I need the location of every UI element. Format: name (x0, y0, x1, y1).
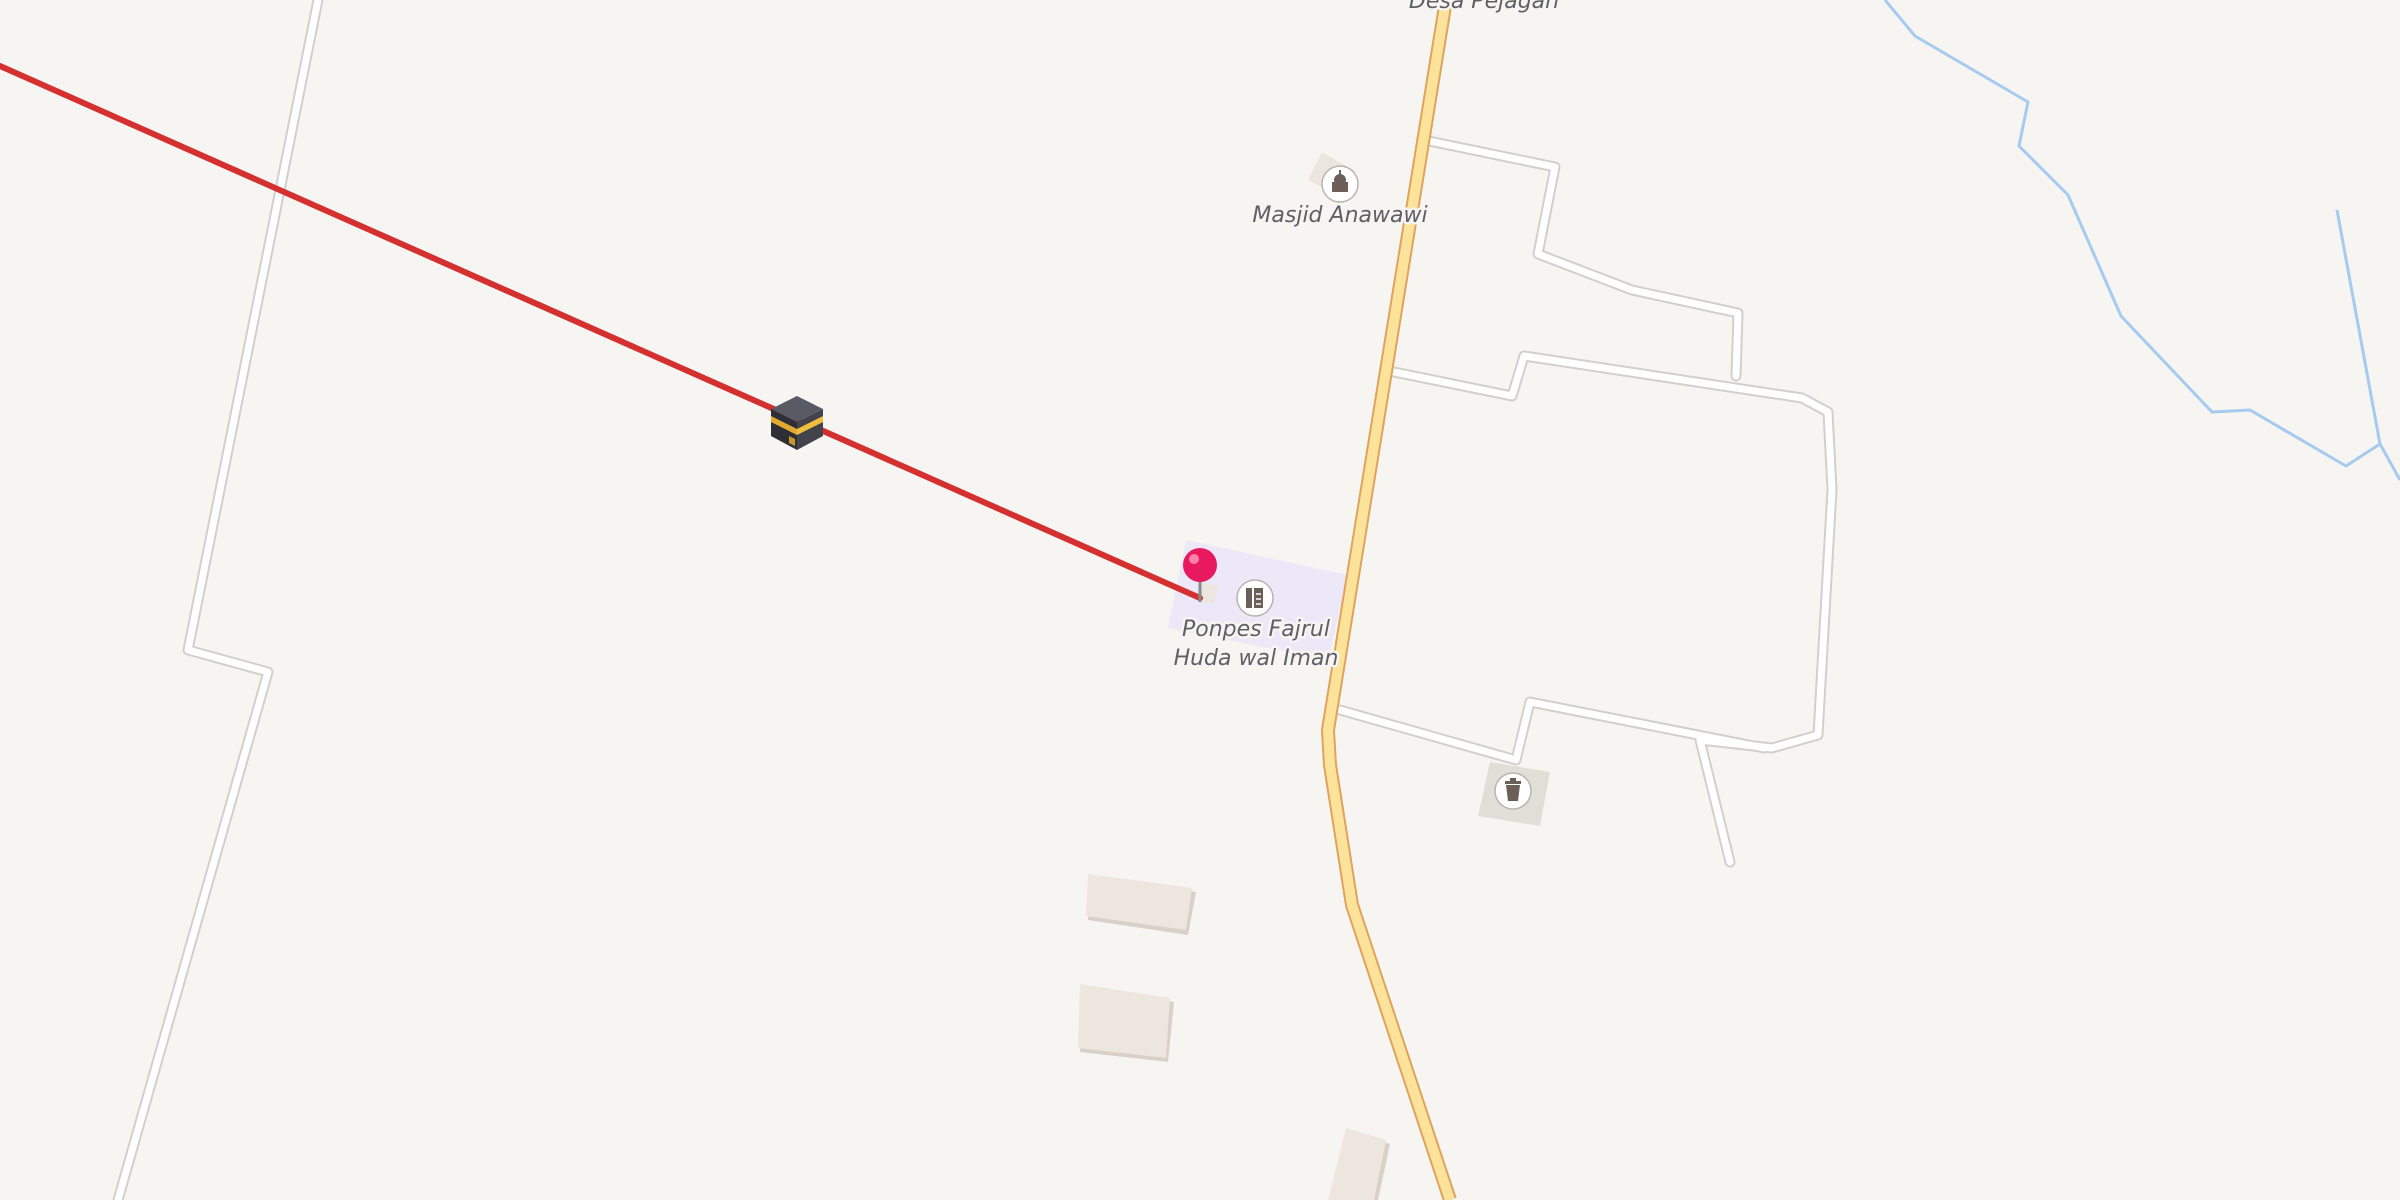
school-label-line-2: Huda wal Iman (1174, 646, 1339, 671)
school-icon[interactable] (1236, 579, 1274, 617)
map-canvas[interactable]: Desa Pejagan Masjid Anawawi Ponpes Fajru… (0, 0, 2400, 1200)
mosque-icon[interactable] (1321, 165, 1359, 203)
waste-basket-icon[interactable] (1494, 772, 1532, 810)
mosque-label: Masjid Anawawi (1252, 203, 1427, 228)
school-label-line-1: Ponpes Fajrul (1182, 617, 1330, 642)
village-label: Desa Pejagan (1409, 0, 1559, 14)
